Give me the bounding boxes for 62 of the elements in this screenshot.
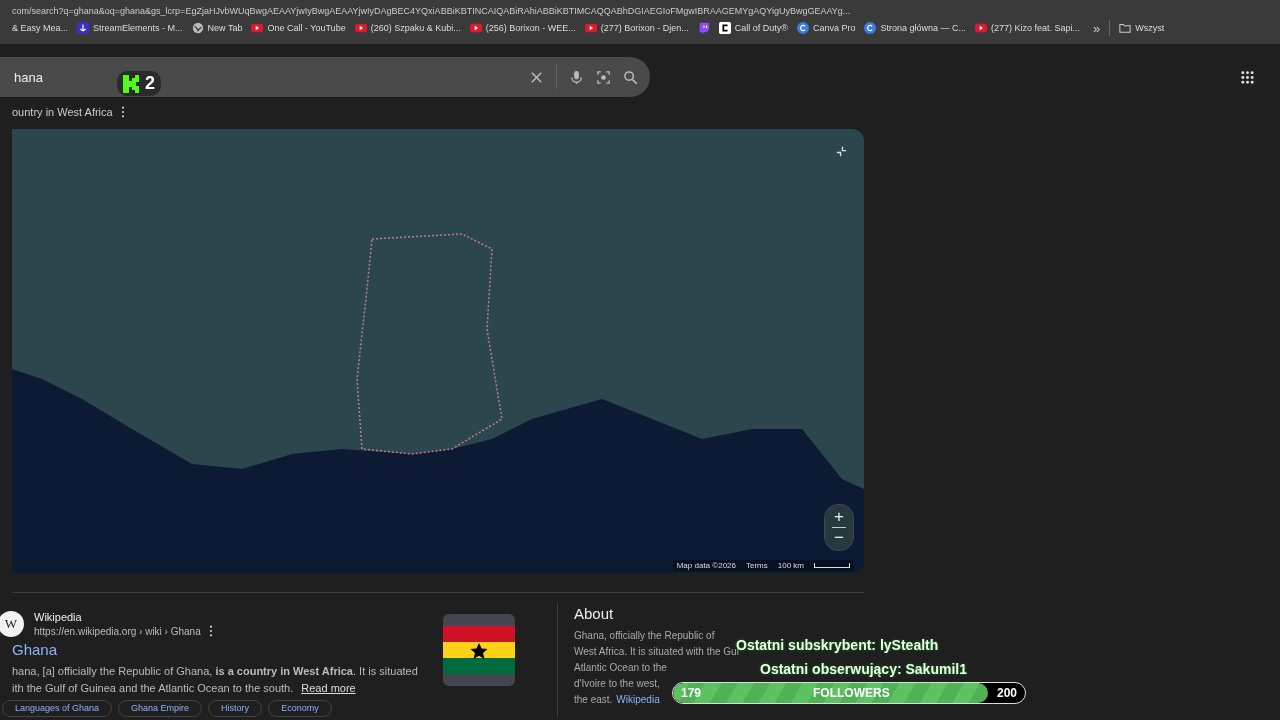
result-title-link[interactable]: Ghana: [12, 641, 58, 658]
terms-link[interactable]: Terms: [746, 561, 768, 570]
read-more-link[interactable]: Read more: [301, 680, 356, 697]
about-text: Atlantic Ocean to the: [574, 661, 668, 675]
play-icon: [251, 22, 264, 34]
search-icon[interactable]: [623, 69, 638, 85]
bookmark[interactable]: StreamElements - M...: [77, 22, 183, 34]
globe-icon: [191, 22, 204, 34]
about-text: d'Ivoire to the west,: [574, 677, 661, 691]
address-bar-url[interactable]: com/search?q=ghana&oq=ghana&gs_lcrp=EgZjaHJvbWUqBwgAEAAYjwIyBwgAEAAYjwIyDAgBEC4YQxiABBiKBTINCAIQABiRAhiABBiKBTIMCAQQABhDGIAEGIoFMgwIBRAAGEMYgAQYigUyBwgGEAAYg...: [12, 6, 851, 17]
circle-logo-icon: [864, 22, 877, 34]
zoom-in-button[interactable]: +: [834, 507, 844, 527]
bookmark[interactable]: (260) Szpaku & Kubi...: [354, 22, 461, 34]
badge-count: 2: [145, 73, 155, 94]
more-bookmarks-button[interactable]: »: [1093, 20, 1101, 36]
map-scale-label: 100 km: [777, 561, 804, 570]
bookmark[interactable]: & Easy Mea...: [12, 23, 69, 33]
goal-target: 200: [996, 686, 1017, 700]
anchor-icon: [77, 22, 90, 34]
circle-logo-icon: [796, 22, 809, 34]
result-url: https://en.wikipedia.org › wiki › Ghana: [34, 625, 201, 637]
bookmark[interactable]: (277) Borixon - Djen...: [584, 22, 689, 34]
flag-drawing: [443, 614, 515, 686]
about-text: Ghana, officially the Republic of: [574, 629, 716, 643]
play-icon: [354, 22, 367, 34]
more-options-icon[interactable]: [208, 625, 213, 637]
bookmark[interactable]: One Call - YouTube: [251, 22, 346, 34]
about-text: the east.: [574, 693, 613, 707]
result-snippet: ith the Gulf of Guinea and the Atlantic Ocean to the south.: [12, 681, 294, 696]
collapse-icon[interactable]: [835, 145, 848, 158]
scale-bar: [814, 563, 850, 568]
bookmark[interactable]: [697, 22, 710, 34]
bookmark[interactable]: Strona główna — C...: [864, 22, 966, 34]
bookmark[interactable]: Call of Duty®: [718, 22, 788, 34]
bookmark[interactable]: New Tab: [191, 22, 243, 34]
bookmark[interactable]: (256) Borixon - WEE...: [469, 22, 576, 34]
close-icon[interactable]: [529, 69, 544, 85]
entity-subtitle: ountry in West Africa: [12, 106, 113, 118]
zoom-out-button[interactable]: −: [834, 528, 844, 548]
microphone-icon[interactable]: [569, 69, 584, 85]
more-options-icon[interactable]: [120, 106, 125, 118]
source-link[interactable]: Wikipedia: [616, 692, 660, 708]
letter-k-logo-icon: [123, 74, 139, 93]
goal-current: 179: [681, 686, 702, 700]
site-logo: W: [0, 611, 24, 637]
goal-label: FOLLOWERS: [813, 686, 890, 700]
play-icon: [975, 22, 987, 34]
bookmark[interactable]: (277) Kizo feat. Sapi...: [975, 22, 1081, 34]
bookmark[interactable]: Canva Pro: [796, 22, 856, 34]
letter-tile-icon: [718, 22, 731, 34]
bookmark-folder[interactable]: Wszyst: [1119, 22, 1165, 34]
play-icon: [584, 22, 597, 34]
chat-bubble-icon: [697, 22, 710, 34]
result-snippet: hana, [a] officially the Republic of Ghana, is a country in West Africa. It is situated: [12, 664, 419, 679]
apps-grid-icon[interactable]: [1241, 70, 1254, 84]
play-icon: [469, 22, 482, 34]
folder-icon: [1119, 22, 1132, 34]
site-name: Wikipedia: [34, 611, 83, 623]
about-heading: About: [574, 605, 615, 622]
latest-follower-text: Ostatni obserwujący: Sakumil1: [760, 660, 967, 678]
map-attribution: Map data ©2026: [676, 561, 736, 570]
camera-icon[interactable]: [596, 69, 611, 85]
